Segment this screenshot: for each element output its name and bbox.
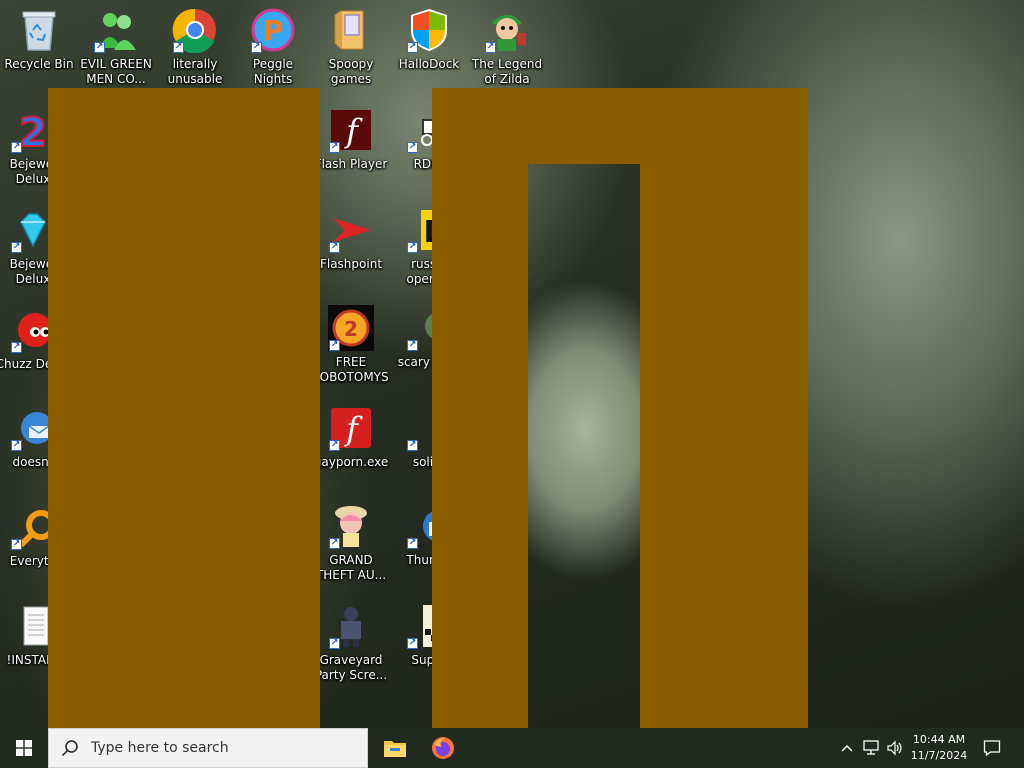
network-icon [863,740,879,755]
clock-date: 11/7/2024 [910,749,968,762]
shortcut-arrow-icon: ↗ [251,42,262,53]
shortcut-arrow-icon: ↗ [94,42,105,53]
clock-2-icon: 2 ↗ [327,304,375,352]
taskbar-file-explorer[interactable] [371,728,419,768]
network-button[interactable] [860,728,882,768]
shortcut-arrow-icon: ↗ [407,340,418,351]
recycle-bin-icon [15,6,63,54]
desktop-icon-label: HalloDock [398,57,460,71]
blank-window-right-top[interactable] [432,88,808,164]
peggle-icon: P ↗ [249,6,297,54]
shortcut-arrow-icon: ↗ [407,142,418,153]
desktop-icon-hallodock[interactable]: ↗ HalloDock [390,6,468,98]
desktop-icon-label: Spoopy games [328,57,374,86]
taskbar-search-box[interactable] [48,728,368,768]
desktop-icon-evil-green-men[interactable]: ↗ EVIL GREEN MEN CO... [77,6,155,98]
chrome-icon: ↗ [171,6,219,54]
desktop-icon-label: literally unusable [167,57,223,86]
shortcut-arrow-icon: ↗ [407,538,418,549]
desktop-icon-label: FREE LOBOTOMYS [313,355,389,384]
desktop-icon-label: Recycle Bin [4,57,74,71]
shortcut-arrow-icon: ↗ [329,638,340,649]
speaker-icon [887,740,902,756]
windows-logo-icon [16,740,32,756]
desktop-icon-label: GRAND THEFT AU... [315,553,387,582]
notification-center-button[interactable] [978,728,1006,768]
desktop-icon-graveyard-party[interactable]: ↗ Graveyard Party Scre... [312,602,390,694]
desktop-icon-label: Flash Player [314,157,388,171]
messenger-people-icon: ↗ [92,6,140,54]
taskbar-clock[interactable]: 10:44 AM 11/7/2024 [904,728,974,768]
shortcut-arrow-icon: ↗ [485,42,496,53]
shortcut-arrow-icon: ↗ [329,340,340,351]
desktop-icon-literally-unusable[interactable]: ↗ literally unusable [156,6,234,98]
desktop-icon-gayporn-exe[interactable]: f ↗ gayporn.exe [312,404,390,496]
svg-text:P: P [263,14,284,47]
blank-window-left[interactable] [48,88,320,728]
show-hidden-icons-button[interactable] [838,728,856,768]
chevron-up-icon [841,744,853,752]
volume-button[interactable] [884,728,906,768]
shortcut-arrow-icon: ↗ [11,342,22,353]
desktop-icon-legend-of-zilda[interactable]: ↗ The Legend of Zilda [468,6,546,98]
desktop-icon-label: Graveyard Party Scre... [314,653,388,682]
desktop-icon-free-lobotomys[interactable]: 2 ↗ FREE LOBOTOMYS [312,304,390,396]
folder-icon [327,6,375,54]
desktop-icon-label: The Legend of Zilda [471,57,543,86]
search-input[interactable] [91,740,361,756]
desktop-icon-peggle-nights[interactable]: P ↗ Peggle Nights Deluxe [234,6,312,98]
desktop-icon-grand-theft-au[interactable]: ↗ GRAND THEFT AU... [312,502,390,594]
desktop-icon-flash-player[interactable]: f ↗ Flash Player [312,106,390,198]
shortcut-arrow-icon: ↗ [329,440,340,451]
shortcut-arrow-icon: ↗ [407,440,418,451]
robot-icon: ↗ [327,602,375,650]
file-explorer-icon [384,741,406,757]
desktop-icon-flashpoint[interactable]: ↗ Flashpoint [312,206,390,298]
desktop-icon-label: Flashpoint [319,257,383,271]
anime-girl-icon: ↗ [327,502,375,550]
flashpoint-icon: ↗ [327,206,375,254]
desktop-icon-label: gayporn.exe [313,455,389,469]
shortcut-arrow-icon: ↗ [11,539,22,550]
blank-window-right-right-strip[interactable] [640,164,808,728]
shortcut-arrow-icon: ↗ [329,538,340,549]
shortcut-arrow-icon: ↗ [11,142,22,153]
shortcut-arrow-icon: ↗ [407,638,418,649]
desktop-icon-label: EVIL GREEN MEN CO... [80,57,152,86]
taskbar-firefox[interactable] [419,728,467,768]
svg-text:2: 2 [19,110,47,152]
firefox-icon [432,737,454,759]
desktop-icon-spoopy-games[interactable]: Spoopy games [312,6,390,98]
shortcut-arrow-icon: ↗ [173,42,184,53]
notification-icon [983,740,1001,757]
windows-shield-icon: ↗ [405,6,453,54]
search-icon [61,739,79,757]
desktop: Recycle Bin 2 ↗ Bejewel Delux ↗ Bejewel … [0,0,1024,728]
flash-icon: f ↗ [327,106,375,154]
desktop-icon-recycle-bin[interactable]: Recycle Bin [0,6,78,98]
flash-icon: f ↗ [327,404,375,452]
blank-window-right-left-strip[interactable] [432,164,528,728]
zelda-character-icon: ↗ [483,6,531,54]
shortcut-arrow-icon: ↗ [329,242,340,253]
clock-time: 10:44 AM [912,733,966,746]
desktop-icon-label: Peggle Nights Deluxe [252,57,294,86]
shortcut-arrow-icon: ↗ [11,440,22,451]
start-button[interactable] [0,728,48,768]
svg-text:2: 2 [344,317,358,341]
shortcut-arrow-icon: ↗ [407,42,418,53]
shortcut-arrow-icon: ↗ [329,142,340,153]
shortcut-arrow-icon: ↗ [407,242,418,253]
taskbar: 10:44 AM 11/7/2024 [0,728,1024,768]
shortcut-arrow-icon: ↗ [11,242,22,253]
